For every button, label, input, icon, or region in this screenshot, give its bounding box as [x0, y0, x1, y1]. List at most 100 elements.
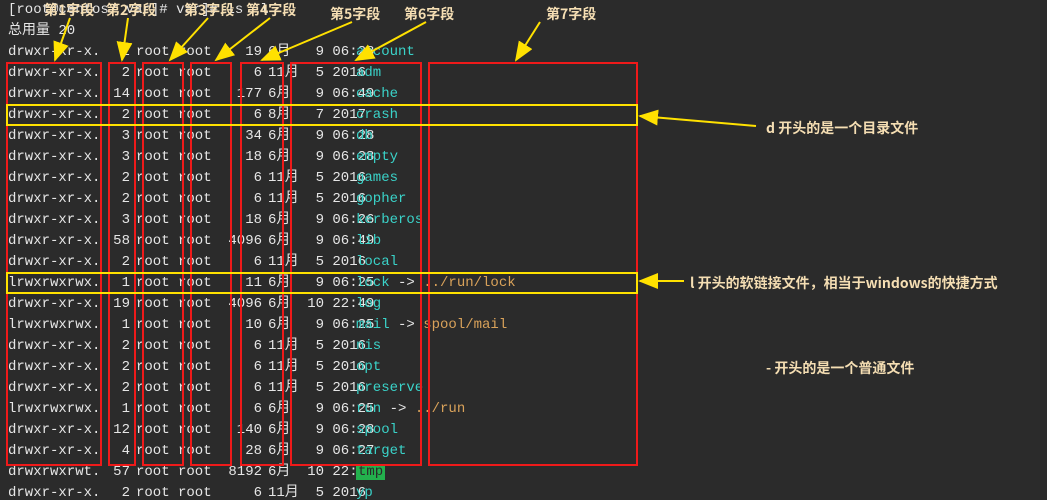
col-perms: drwxr-xr-x.	[8, 126, 100, 147]
col-owner: root	[136, 84, 178, 105]
col-perms: drwxr-xr-x.	[8, 84, 100, 105]
annot-file: - 开头的是一个普通文件	[766, 358, 914, 379]
col-date: 6月 9 06:25	[268, 273, 356, 294]
col-date: 11月 5 2016	[268, 189, 356, 210]
col-group: root	[178, 420, 220, 441]
col-date: 6月 9 06:25	[268, 399, 356, 420]
file-name: lock	[356, 275, 390, 291]
file-name: mail	[356, 317, 390, 333]
col-owner: root	[136, 273, 178, 294]
file-name: spool	[356, 422, 398, 438]
col-date: 6月 9 06:28	[268, 126, 356, 147]
terminal: [root@centos7 var]# var]# ls -l 总用量 20 d…	[0, 0, 1047, 500]
col-size: 19	[220, 42, 262, 63]
col-links: 2	[100, 357, 130, 378]
col-links: 2	[100, 42, 130, 63]
col-links: 19	[100, 294, 130, 315]
col-perms: lrwxrwxrwx.	[8, 315, 100, 336]
col-size: 6	[220, 252, 262, 273]
col-date: 6月 9 06:25	[268, 315, 356, 336]
col-perms: drwxr-xr-x.	[8, 189, 100, 210]
col-links: 3	[100, 210, 130, 231]
col-owner: root	[136, 252, 178, 273]
col-size: 18	[220, 210, 262, 231]
col-size: 18	[220, 147, 262, 168]
col-perms: lrwxrwxrwx.	[8, 399, 100, 420]
total-line: 总用量 20	[8, 21, 1039, 42]
col-perms: drwxr-xr-x.	[8, 420, 100, 441]
col-date: 6月 9 06:27	[268, 441, 356, 462]
col-group: root	[178, 42, 220, 63]
col-group: root	[178, 231, 220, 252]
col-links: 2	[100, 63, 130, 84]
file-name: preserve	[356, 380, 423, 396]
col-owner: root	[136, 126, 178, 147]
col-group: root	[178, 336, 220, 357]
col-date: 11月 5 2016	[268, 357, 356, 378]
col-owner: root	[136, 357, 178, 378]
col-group: root	[178, 273, 220, 294]
file-name: games	[356, 170, 398, 186]
col-group: root	[178, 105, 220, 126]
col-owner: root	[136, 441, 178, 462]
col-size: 6	[220, 483, 262, 500]
ls-row: lrwxrwxrwx. 1 rootroot 11 6月 9 06:25lock…	[8, 273, 516, 294]
col-date: 11月 5 2016	[268, 336, 356, 357]
col-owner: root	[136, 168, 178, 189]
col-owner: root	[136, 378, 178, 399]
file-name: gopher	[356, 191, 406, 207]
file-name: account	[356, 44, 415, 60]
col-perms: drwxr-xr-x.	[8, 357, 100, 378]
col-links: 12	[100, 420, 130, 441]
col-owner: root	[136, 399, 178, 420]
col-owner: root	[136, 294, 178, 315]
col-perms: drwxr-xr-x.	[8, 336, 100, 357]
col-size: 6	[220, 357, 262, 378]
col-date: 6月 10 22:50	[268, 462, 356, 483]
ls-row: drwxr-xr-x. 4 rootroot 28 6月 9 06:27targ…	[8, 441, 516, 462]
ls-row: drwxr-xr-x. 2 rootroot 6 11月 5 2016prese…	[8, 378, 516, 399]
file-name: run	[356, 401, 381, 417]
col-date: 11月 5 2016	[268, 63, 356, 84]
ls-row: drwxr-xr-x. 2 rootroot 6 11月 5 2016opt	[8, 357, 516, 378]
col-date: 6月 9 06:26	[268, 210, 356, 231]
col-links: 2	[100, 168, 130, 189]
file-name: tmp	[356, 464, 385, 480]
col-size: 177	[220, 84, 262, 105]
ls-row: drwxr-xr-x. 2 rootroot 6 11月 5 2016games	[8, 168, 516, 189]
col-size: 4096	[220, 231, 262, 252]
link-target: spool/mail	[423, 317, 507, 333]
col-links: 2	[100, 378, 130, 399]
col-group: root	[178, 399, 220, 420]
col-group: root	[178, 126, 220, 147]
col-links: 57	[100, 462, 130, 483]
col-group: root	[178, 441, 220, 462]
file-name: crash	[356, 107, 398, 123]
col-links: 2	[100, 483, 130, 500]
col-size: 6	[220, 168, 262, 189]
col-size: 34	[220, 126, 262, 147]
col-perms: drwxr-xr-x.	[8, 294, 100, 315]
col-group: root	[178, 378, 220, 399]
col-owner: root	[136, 462, 178, 483]
col-links: 1	[100, 399, 130, 420]
ls-row: drwxr-xr-x. 3 rootroot 18 6月 9 06:26kerb…	[8, 210, 516, 231]
col-group: root	[178, 147, 220, 168]
col-owner: root	[136, 105, 178, 126]
col-group: root	[178, 462, 220, 483]
link-target: ../run	[415, 401, 465, 417]
col-group: root	[178, 63, 220, 84]
ls-row: drwxr-xr-x. 14 rootroot 177 6月 9 06:49ca…	[8, 84, 516, 105]
col-perms: drwxr-xr-x.	[8, 147, 100, 168]
file-name: lib	[356, 233, 381, 249]
col-links: 3	[100, 147, 130, 168]
col-group: root	[178, 189, 220, 210]
col-date: 8月 7 2017	[268, 105, 356, 126]
file-name: cache	[356, 86, 398, 102]
col-group: root	[178, 252, 220, 273]
link-target: ../run/lock	[423, 275, 515, 291]
col-perms: drwxr-xr-x.	[8, 105, 100, 126]
col-size: 6	[220, 378, 262, 399]
col-perms: drwxr-xr-x.	[8, 168, 100, 189]
col-date: 11月 5 2016	[268, 483, 356, 500]
